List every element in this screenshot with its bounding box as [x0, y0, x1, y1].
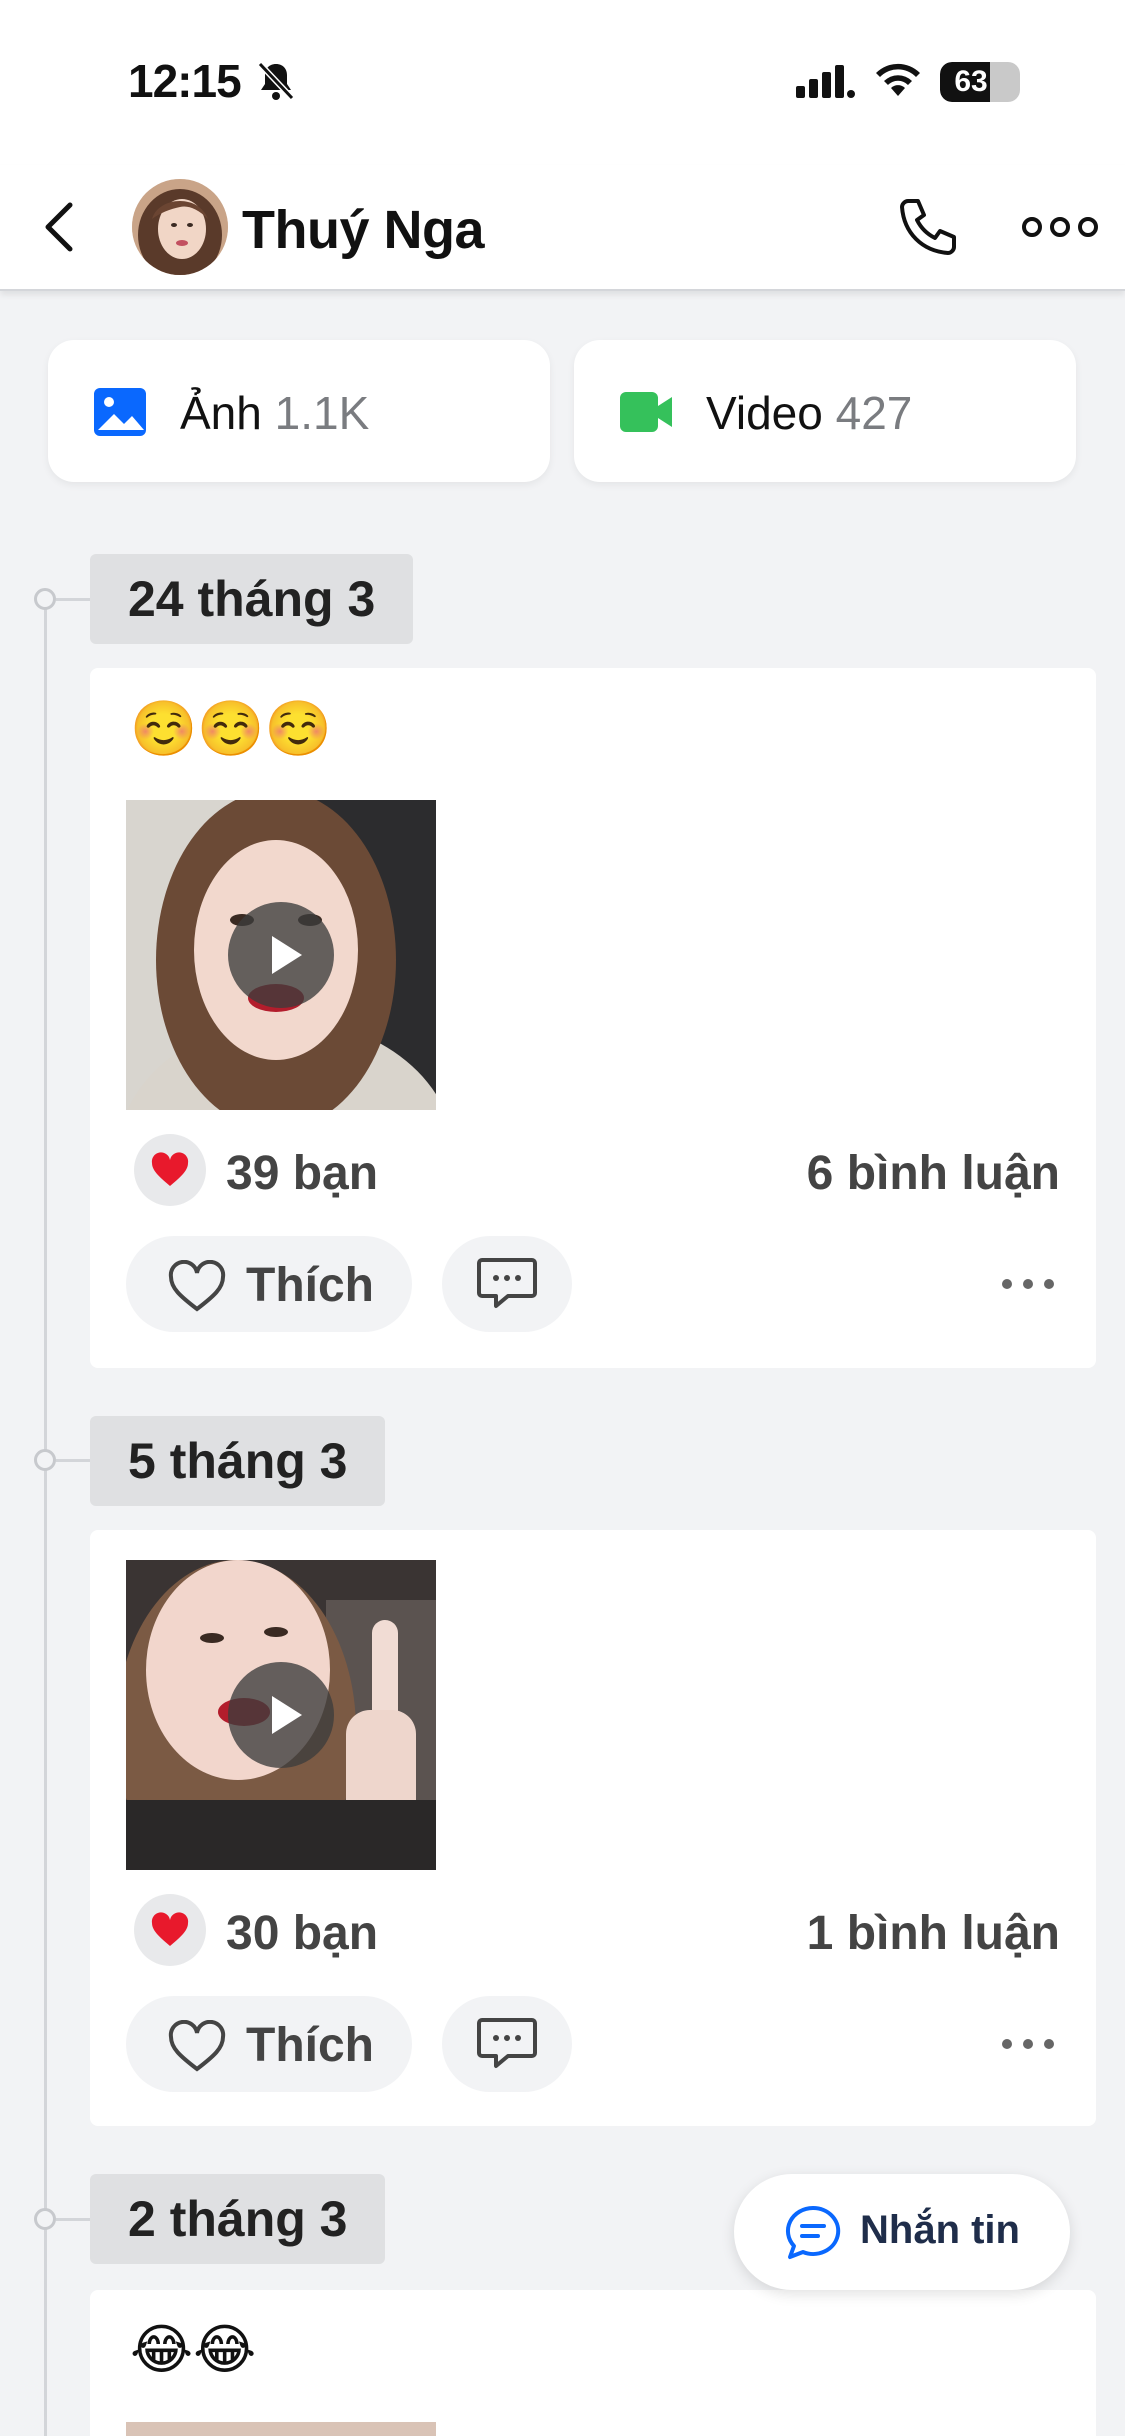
- timeline-line: [44, 598, 47, 2436]
- timeline-dot: [34, 2208, 56, 2230]
- back-button[interactable]: [36, 195, 88, 259]
- like-label: Thích: [246, 1259, 374, 1312]
- date-label: 2 tháng 3: [90, 2174, 386, 2264]
- post-caption: 😂😂: [130, 2320, 257, 2380]
- bell-off-icon: [257, 61, 295, 101]
- reaction-count[interactable]: 39 bạn: [226, 1146, 378, 1201]
- post-caption: ☺️☺️☺️: [130, 699, 332, 759]
- comment-button[interactable]: [442, 1996, 572, 2092]
- heart-reaction-icon[interactable]: [134, 1894, 206, 1966]
- reaction-count[interactable]: 30 bạn: [226, 1906, 378, 1961]
- photos-label: Ảnh: [180, 387, 262, 439]
- photo-icon: [94, 388, 146, 436]
- date-label: 24 tháng 3: [90, 554, 414, 644]
- like-button[interactable]: Thích: [126, 1996, 412, 2092]
- status-time: 12:15: [128, 55, 242, 107]
- chat-bubble-icon: [785, 2205, 841, 2259]
- cellular-signal-icon: [796, 65, 855, 98]
- video-thumbnail[interactable]: [126, 800, 436, 1110]
- send-message-button[interactable]: Nhắn tin: [734, 2174, 1070, 2290]
- heart-reaction-icon[interactable]: [134, 1134, 206, 1206]
- avatar[interactable]: [132, 179, 228, 275]
- videos-tab-label: Video 427: [706, 386, 912, 440]
- wifi-icon: [876, 63, 920, 96]
- timeline-dot: [34, 1449, 56, 1471]
- video-camera-icon: [620, 392, 672, 432]
- post-more-icon[interactable]: [1000, 1276, 1056, 1292]
- like-button[interactable]: Thích: [126, 1236, 412, 1332]
- comment-icon: [477, 1258, 537, 1308]
- page-title: Thuý Nga: [242, 200, 485, 260]
- comment-count[interactable]: 6 bình luận: [807, 1146, 1060, 1201]
- top-nav-bar: Thuý Nga: [0, 165, 1125, 291]
- timeline-post: ☺️☺️☺️ 39 bạn 6 bình luận Thích: [90, 668, 1096, 1368]
- like-label: Thích: [246, 2019, 374, 2072]
- battery-text: 63: [954, 65, 988, 98]
- heart-outline-icon: [168, 2020, 226, 2072]
- play-icon[interactable]: [228, 902, 334, 1008]
- comment-count[interactable]: 1 bình luận: [807, 1906, 1060, 1961]
- timeline-post: 😂😂: [90, 2290, 1096, 2436]
- avatar-image: [132, 179, 228, 275]
- heart-outline-icon: [168, 1260, 226, 1312]
- play-icon[interactable]: [228, 1662, 334, 1768]
- photos-count: 1.1K: [274, 387, 370, 439]
- video-thumbnail[interactable]: [126, 1560, 436, 1870]
- comment-button[interactable]: [442, 1236, 572, 1332]
- send-message-label: Nhắn tin: [860, 2208, 1020, 2252]
- photos-tab-label: Ảnh 1.1K: [180, 386, 369, 440]
- timeline-post: 30 bạn 1 bình luận Thích: [90, 1530, 1096, 2126]
- photos-tab[interactable]: Ảnh 1.1K: [48, 340, 550, 482]
- battery-indicator: 63: [940, 62, 1020, 102]
- phone-call-button[interactable]: [894, 195, 960, 261]
- date-label: 5 tháng 3: [90, 1416, 386, 1506]
- more-options-button[interactable]: [1020, 205, 1100, 249]
- status-bar: 12:15 63: [0, 0, 1125, 165]
- comment-icon: [477, 2018, 537, 2068]
- timeline-dot: [34, 588, 56, 610]
- videos-count: 427: [835, 387, 913, 439]
- post-more-icon[interactable]: [1000, 2036, 1056, 2052]
- videos-tab[interactable]: Video 427: [574, 340, 1076, 482]
- videos-label: Video: [706, 387, 823, 439]
- video-thumbnail[interactable]: [126, 2422, 436, 2436]
